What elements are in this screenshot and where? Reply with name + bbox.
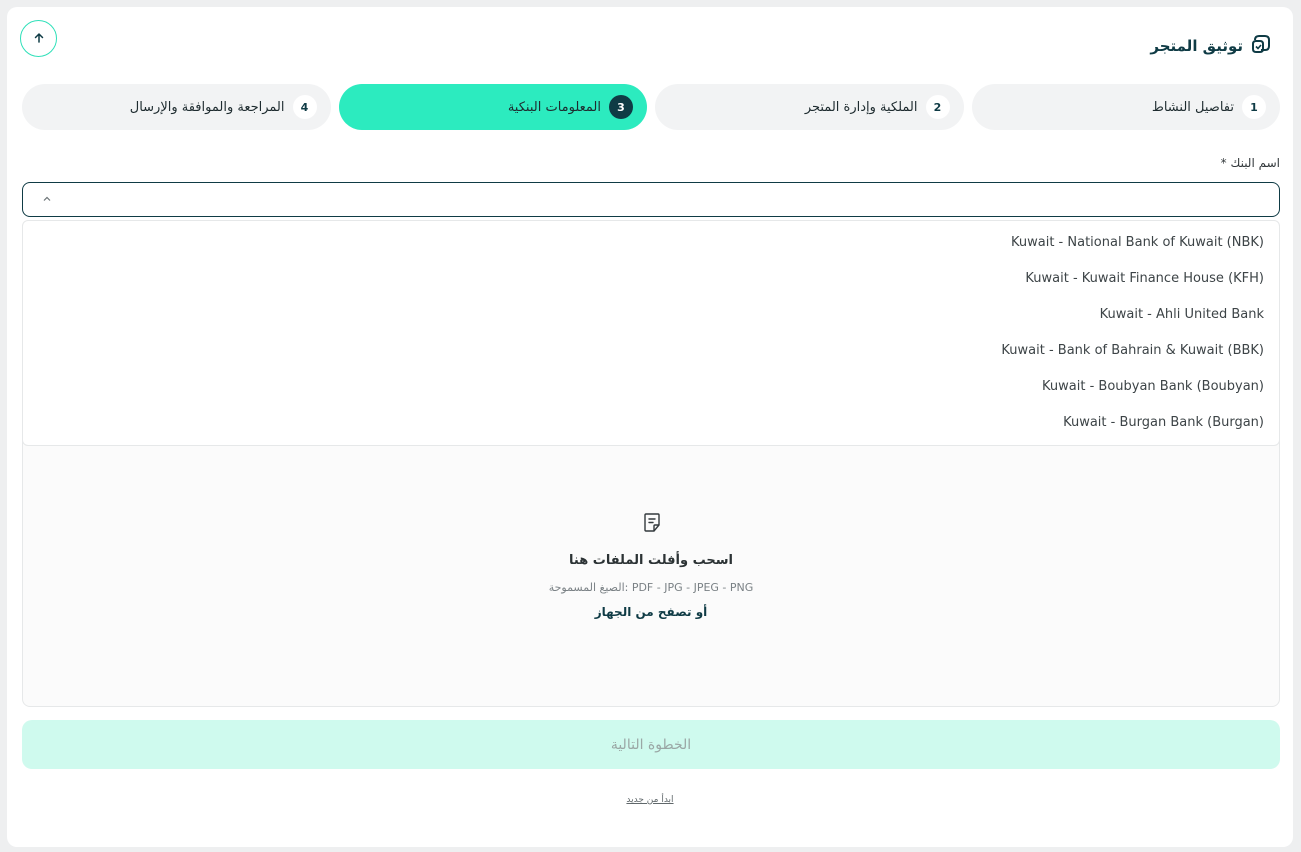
next-step-button[interactable]: الخطوة التالية: [22, 720, 1280, 769]
bank-option[interactable]: Kuwait - Kuwait Finance House (KFH): [23, 263, 1279, 299]
step-business-details[interactable]: 1 تفاصيل النشاط: [971, 84, 1280, 130]
step-label: المعلومات البنكية: [507, 99, 601, 115]
bank-option[interactable]: Kuwait - Boubyan Bank (Boubyan): [23, 371, 1279, 407]
step-number: 4: [292, 95, 317, 119]
bank-option[interactable]: Kuwait - National Bank of Kuwait (NBK): [23, 227, 1279, 263]
bank-option[interactable]: Kuwait - Bank of Bahrain & Kuwait (BBK): [23, 335, 1279, 371]
step-label: تفاصيل النشاط: [1151, 99, 1234, 115]
file-upload-dropzone[interactable]: اسحب وأفلت الملفات هنا الصيغ المسموحة: P…: [22, 427, 1280, 707]
allowed-formats: الصيغ المسموحة: PDF - JPG - JPEG - PNG: [548, 581, 754, 594]
step-number: 3: [609, 95, 633, 119]
page-title: توثيق المتجر: [1150, 37, 1243, 55]
stepper: 1 تفاصيل النشاط 2 الملكية وإدارة المتجر …: [22, 84, 1280, 130]
start-over-link[interactable]: ابدأ من جديد: [7, 795, 1293, 805]
arrow-up-icon: [33, 29, 45, 48]
document-icon: [640, 511, 664, 535]
browse-device-link[interactable]: أو تصفح من الجهاز: [23, 605, 1279, 619]
bank-option[interactable]: Kuwait - Ahli United Bank: [23, 299, 1279, 335]
step-label: الملكية وإدارة المتجر: [804, 99, 918, 115]
page-header: توثيق المتجر: [1150, 34, 1271, 58]
scroll-up-button[interactable]: [20, 20, 57, 57]
step-number: 1: [1242, 95, 1266, 119]
step-number: 2: [925, 95, 950, 119]
bank-name-label: اسم البنك *: [1220, 156, 1280, 170]
upload-title: اسحب وأفلت الملفات هنا: [569, 553, 733, 568]
step-bank-info[interactable]: 3 المعلومات البنكية: [338, 84, 647, 130]
step-label: المراجعة والموافقة والإرسال: [129, 99, 285, 115]
bank-options-list: Kuwait - National Bank of Kuwait (NBK) K…: [22, 220, 1280, 446]
main-card: توثيق المتجر 1 تفاصيل النشاط 2 الملكية و…: [7, 7, 1293, 847]
bank-option[interactable]: Kuwait - Burgan Bank (Burgan): [23, 407, 1279, 443]
chevron-up-icon: [41, 191, 53, 207]
step-review-submit[interactable]: 4 المراجعة والموافقة والإرسال: [22, 84, 331, 130]
store-verify-icon: [1251, 34, 1271, 58]
step-ownership[interactable]: 2 الملكية وإدارة المتجر: [655, 84, 964, 130]
bank-name-select[interactable]: [22, 182, 1280, 217]
